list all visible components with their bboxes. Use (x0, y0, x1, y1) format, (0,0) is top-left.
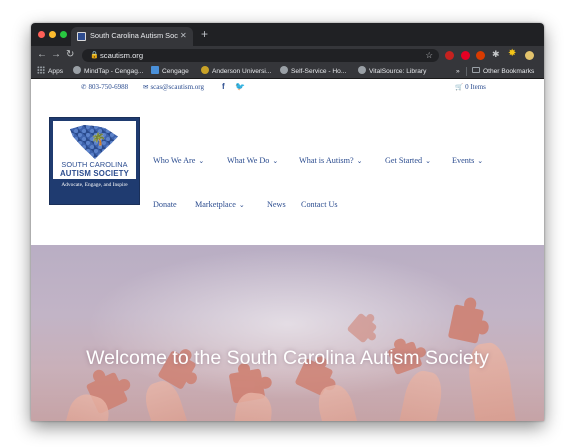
phone-link[interactable]: ✆ 803-750-6988 (81, 82, 128, 93)
folder-icon (472, 67, 480, 73)
palmetto-icon: 🌴 (91, 132, 106, 146)
bookmarks-overflow-icon[interactable]: » (456, 66, 460, 77)
nav-what-is-autism[interactable]: What is Autism? ⌄ (299, 155, 362, 167)
chevron-down-icon: ⌄ (477, 157, 484, 165)
bookmark-apps[interactable]: Apps (37, 66, 63, 77)
nav-marketplace[interactable]: Marketplace ⌄ (195, 199, 245, 211)
nav-contact-us[interactable]: Contact Us (301, 199, 338, 210)
cengage-icon (151, 66, 159, 74)
chevron-down-icon: ⌄ (356, 157, 363, 165)
browser-window: South Carolina Autism Society ✕ + ← → ↻ … (31, 23, 544, 421)
site-favicon-icon (77, 32, 86, 41)
twitter-icon[interactable]: 🐦 (235, 82, 245, 92)
site-logo[interactable]: 🌴 SOUTH CAROLINA AUTISM SOCIETY Advocate… (49, 117, 140, 205)
close-window-button[interactable] (38, 31, 45, 38)
lastpass-icon[interactable] (445, 51, 454, 60)
tab-active[interactable]: South Carolina Autism Society ✕ (71, 27, 193, 46)
logo-tagline: Advocate, Engage, and Inspire (61, 182, 128, 188)
phone-icon: ✆ (81, 84, 87, 91)
email-link[interactable]: ✉ scas@scautism.org (143, 82, 204, 93)
globe-icon (280, 66, 288, 74)
bookmark-self-service[interactable]: Self-Service - Ho... (280, 66, 346, 77)
globe-icon (358, 66, 366, 74)
chevron-down-icon: ⌄ (198, 157, 205, 165)
pinterest-icon[interactable] (461, 51, 470, 60)
chevron-down-icon: ⌄ (425, 157, 431, 165)
envelope-icon: ✉ (143, 84, 149, 91)
globe-icon (73, 66, 81, 74)
hero-banner: Welcome to the South Carolina Autism Soc… (31, 245, 544, 421)
browser-toolbar: ← → ↻ 🔒 scautism.org ☆ ✱ ✸ (31, 46, 544, 64)
nav-who-we-are[interactable]: Who We Are ⌄ (153, 155, 204, 167)
bookmark-anderson[interactable]: Anderson Universi... (201, 66, 271, 77)
puzzle-piece-image (346, 312, 378, 344)
address-bar[interactable]: 🔒 scautism.org ☆ (82, 49, 439, 62)
tab-close-icon[interactable]: ✕ (180, 30, 187, 42)
cart-link[interactable]: 🛒 0 Items (455, 82, 486, 93)
lock-icon[interactable]: 🔒 (90, 50, 99, 61)
bookmark-star-icon[interactable]: ☆ (425, 49, 433, 61)
facebook-icon[interactable]: f (222, 82, 225, 92)
nav-what-we-do[interactable]: What We Do ⌄ (227, 155, 278, 167)
nav-news[interactable]: News (267, 199, 286, 210)
puzzle-piece-image (447, 304, 485, 344)
forward-button[interactable]: → (51, 48, 61, 62)
web-page: ✆ 803-750-6988 ✉ scas@scautism.org f 🐦 🛒 0 … (31, 79, 544, 421)
bookmarks-bar: Apps MindTap - Cengag... Cengage Anderso… (31, 64, 544, 79)
nav-get-started[interactable]: Get Started ⌄ (385, 155, 431, 167)
contact-topbar: ✆ 803-750-6988 ✉ scas@scautism.org f 🐦 🛒 0 … (31, 79, 544, 95)
back-button[interactable]: ← (37, 48, 47, 62)
anderson-icon (201, 66, 209, 74)
tab-title: South Carolina Autism Society (90, 31, 178, 40)
logo-line-1: SOUTH CAROLINA (61, 160, 128, 169)
puzzle-icon[interactable]: ✱ (492, 50, 501, 59)
reload-button[interactable]: ↻ (66, 48, 74, 62)
bookmark-vitalsource[interactable]: VitalSource: Library (358, 66, 426, 77)
site-header: 🌴 SOUTH CAROLINA AUTISM SOCIETY Advocate… (31, 95, 544, 245)
bug-icon[interactable]: ✸ (508, 49, 517, 59)
hand-image (396, 368, 446, 421)
new-tab-button[interactable]: + (201, 26, 208, 42)
url-text[interactable]: scautism.org (100, 50, 143, 61)
nav-donate[interactable]: Donate (153, 199, 177, 210)
profile-icon[interactable] (525, 51, 534, 60)
hero-title: Welcome to the South Carolina Autism Soc… (86, 347, 489, 369)
office-icon[interactable] (476, 51, 485, 60)
other-bookmarks[interactable]: Other Bookmarks (472, 66, 534, 77)
maximize-window-button[interactable] (60, 31, 67, 38)
logo-panel: 🌴 SOUTH CAROLINA AUTISM SOCIETY (53, 121, 136, 179)
bookmark-mindtap[interactable]: MindTap - Cengag... (73, 66, 143, 77)
bookmarks-divider (466, 67, 467, 76)
logo-line-2: AUTISM SOCIETY (59, 169, 130, 178)
chevron-down-icon: ⌄ (238, 201, 245, 209)
nav-events[interactable]: Events ⌄ (452, 155, 483, 167)
bookmark-cengage[interactable]: Cengage (151, 66, 189, 77)
minimize-window-button[interactable] (49, 31, 56, 38)
cart-icon: 🛒 (455, 84, 464, 91)
apps-grid-icon (37, 66, 45, 74)
tab-strip: South Carolina Autism Society ✕ + (31, 23, 544, 46)
chevron-down-icon: ⌄ (272, 157, 279, 165)
